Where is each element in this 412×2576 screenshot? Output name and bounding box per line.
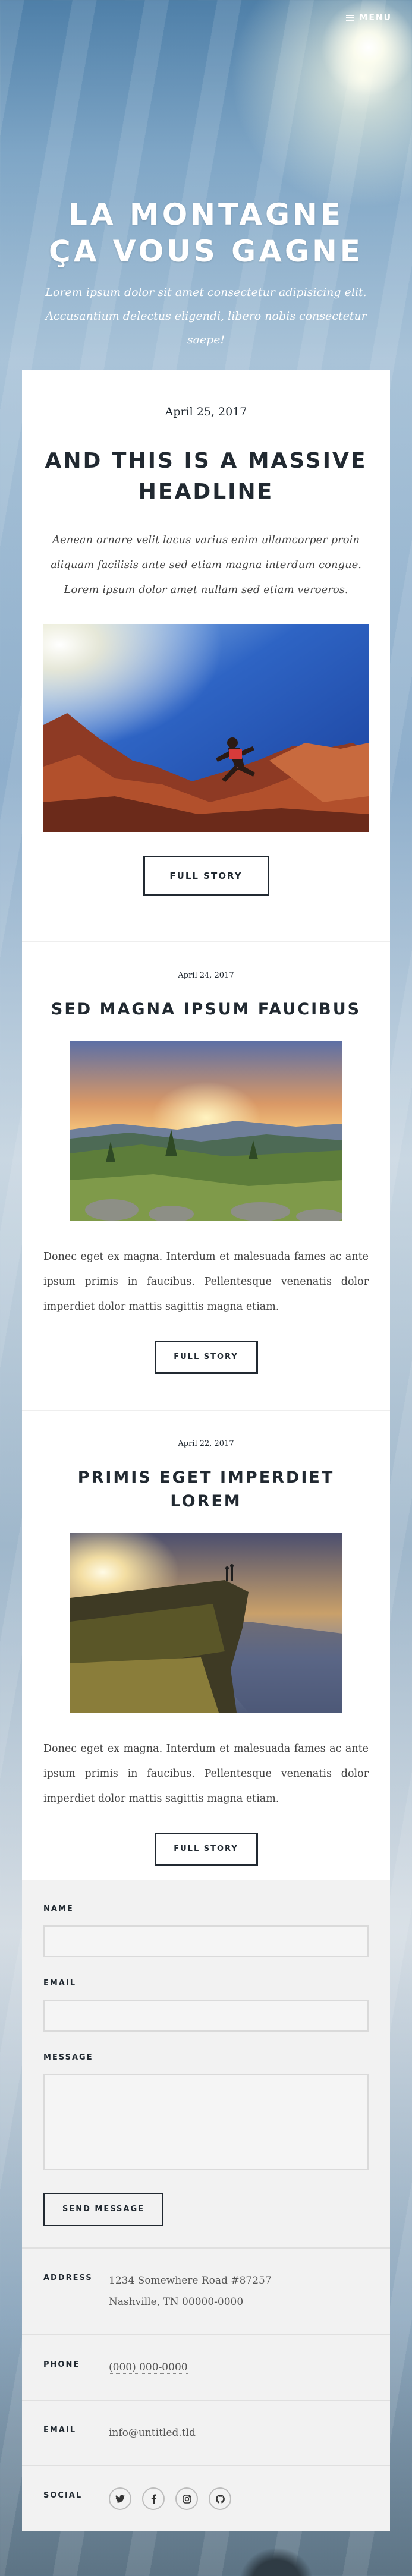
github-icon[interactable] <box>209 2487 231 2510</box>
phone-row: PHONE (000) 000-0000 <box>22 2334 390 2400</box>
post-date-row: April 25, 2017 <box>43 405 369 418</box>
post-image-sunset-hills[interactable] <box>70 1041 342 1221</box>
email-row: EMAIL info@untitled.tld <box>22 2400 390 2465</box>
post-image-runner[interactable] <box>43 624 369 832</box>
post-image-cliff[interactable] <box>70 1533 342 1713</box>
social-icons <box>109 2487 231 2510</box>
email-label: EMAIL <box>43 1979 76 1988</box>
email-link[interactable]: info@untitled.tld <box>109 2427 196 2439</box>
name-label: NAME <box>43 1905 74 1913</box>
post-date: April 25, 2017 <box>165 405 247 418</box>
post: April 22, 2017 Primis eget imperdiet lor… <box>22 1411 390 1903</box>
menu-label: MENU <box>359 13 392 23</box>
main-posts: April 25, 2017 And this is a massive hea… <box>22 370 390 1903</box>
hero-title-line1: LA MONTAGNE <box>68 197 344 232</box>
address-row: ADDRESS 1234 Somewhere Road #87257 Nashv… <box>22 2247 390 2334</box>
hero: LA MONTAGNE ÇA VOUS GAGNE Lorem ipsum do… <box>0 196 412 352</box>
message-label: MESSAGE <box>43 2053 93 2062</box>
post-date: April 22, 2017 <box>178 1439 234 1448</box>
address-line1: 1234 Somewhere Road #87257 <box>109 2275 272 2287</box>
address-line2: Nashville, TN 00000-0000 <box>109 2296 244 2308</box>
full-story-button[interactable]: Full Story <box>154 1341 258 1374</box>
hero-title-line2: ÇA VOUS GAGNE <box>49 234 363 269</box>
featured-post: April 25, 2017 And this is a massive hea… <box>22 370 390 942</box>
phone-label: PHONE <box>43 2360 80 2369</box>
full-story-button[interactable]: Full Story <box>143 856 269 896</box>
menu-button[interactable]: MENU <box>346 13 392 23</box>
instagram-icon[interactable] <box>175 2487 198 2510</box>
email-contact-label: EMAIL <box>43 2426 76 2435</box>
email-field[interactable] <box>43 2000 369 2032</box>
hiker-silhouette <box>238 2546 315 2576</box>
address-label: ADDRESS <box>43 2274 93 2282</box>
post-excerpt: Donec eget ex magna. Interdum et malesua… <box>43 1251 369 1313</box>
social-label: SOCIAL <box>43 2491 83 2500</box>
post: April 24, 2017 Sed magna ipsum faucibus <box>22 942 390 1411</box>
post-date: April 24, 2017 <box>178 971 234 980</box>
footer: NAME EMAIL MESSAGE SEND MESSAGE ADDRESS … <box>22 1880 390 2531</box>
social-row: SOCIAL <box>22 2465 390 2531</box>
post-excerpt: Donec eget ex magna. Interdum et malesua… <box>43 1743 369 1805</box>
hero-subtitle: Lorem ipsum dolor sit amet consectetur a… <box>45 286 367 346</box>
address-value: 1234 Somewhere Road #87257 Nashville, TN… <box>109 2270 272 2313</box>
facebook-icon[interactable] <box>142 2487 165 2510</box>
post-title[interactable]: Sed magna ipsum faucibus <box>43 998 369 1021</box>
twitter-icon[interactable] <box>109 2487 131 2510</box>
post-title[interactable]: Primis eget imperdiet lorem <box>43 1466 369 1514</box>
post-title[interactable]: And this is a massive headline <box>43 446 369 507</box>
hero-title: LA MONTAGNE ÇA VOUS GAGNE <box>0 196 412 270</box>
message-field[interactable] <box>43 2074 369 2170</box>
send-message-button[interactable]: SEND MESSAGE <box>43 2193 163 2226</box>
hamburger-icon <box>346 14 355 22</box>
contact-form: NAME EMAIL MESSAGE SEND MESSAGE <box>22 1880 390 2247</box>
post-lead: Aenean ornare velit lacus varius enim ul… <box>51 534 361 596</box>
name-field[interactable] <box>43 1925 369 1957</box>
phone-link[interactable]: (000) 000-0000 <box>109 2361 188 2374</box>
full-story-button[interactable]: Full Story <box>154 1833 258 1866</box>
